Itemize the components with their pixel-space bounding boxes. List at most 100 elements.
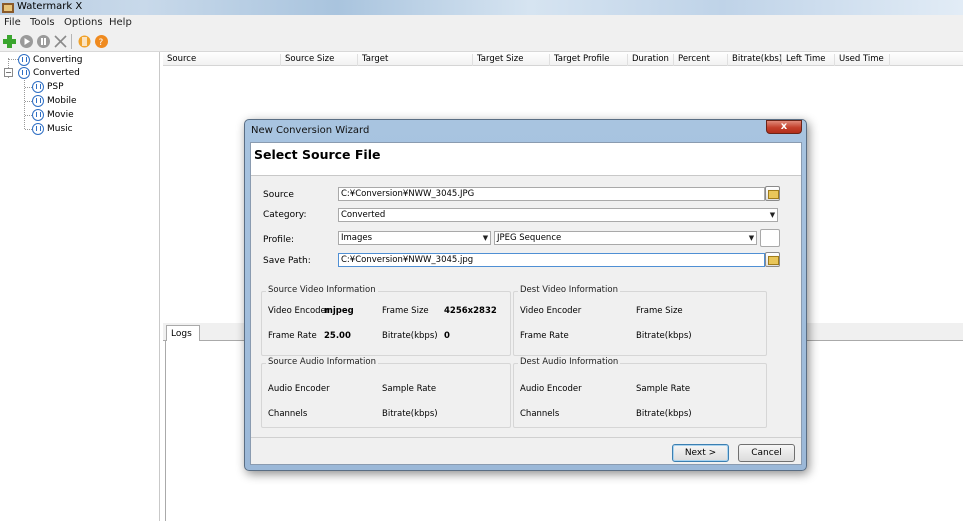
plus-icon[interactable] [2,34,17,49]
tree-collapse-toggle[interactable]: − [4,68,13,77]
chevron-down-icon[interactable]: ▼ [767,209,778,221]
psp-icon [32,80,44,93]
pause-icon[interactable] [36,34,51,49]
tree-node-label: Mobile [47,95,77,106]
dialog-footer-divider [251,437,801,438]
frame-rate-label: Frame Rate [520,331,569,341]
group-title: Source Video Information [266,285,378,295]
tree-node-music[interactable]: Music [32,122,73,135]
col-used-time[interactable]: Used Time [834,54,884,66]
close-button[interactable]: x [766,120,802,134]
tree-connector [9,59,18,60]
col-target-profile[interactable]: Target Profile [549,54,609,66]
dialog-heading: Select Source File [254,147,381,162]
dialog-title: New Conversion Wizard [251,125,370,136]
chevron-down-icon[interactable]: ▼ [480,232,491,244]
app-icon [2,3,14,13]
tree-connector [25,129,32,130]
col-percent[interactable]: Percent [673,54,710,66]
group-title: Dest Video Information [518,285,620,295]
menu-options[interactable]: Options [64,17,103,28]
frame-size-value: 4256x2832 [444,306,497,316]
close-icon: x [780,121,788,132]
tree-node-converting[interactable]: Converting [18,53,83,66]
next-button[interactable]: Next > [672,444,729,462]
x-icon[interactable] [53,34,68,49]
dest-audio-group: Dest Audio Information Audio Encoder Sam… [513,357,767,428]
col-bitrate[interactable]: Bitrate(kbs) [727,54,782,66]
group-title: Dest Audio Information [518,357,621,367]
profile-sub-select[interactable]: JPEG Sequence [494,231,757,245]
conversion-wizard-dialog: New Conversion Wizard x Select Source Fi… [244,119,807,471]
col-source[interactable]: Source [163,54,196,66]
col-target[interactable]: Target [357,54,388,66]
music-icon [32,122,44,135]
play-icon[interactable] [19,34,34,49]
tree-node-label: Converted [33,67,80,78]
tree-node-label: Music [47,123,73,134]
toolbar: ? [0,31,963,52]
profile-settings-button[interactable] [760,229,780,247]
tree-node-label: Converting [33,54,83,65]
bitrate-label: Bitrate(kbps) [382,409,438,419]
source-browse-button[interactable] [765,186,780,201]
frame-rate-value: 25.00 [324,331,351,341]
source-input[interactable]: C:¥Conversion¥NWW_3045.JPG [338,187,765,201]
app-title: Watermark X [17,1,83,12]
sample-rate-label: Sample Rate [636,384,691,394]
tree-connector [25,87,32,88]
chevron-down-icon[interactable]: ▼ [746,232,757,244]
category-select[interactable]: Converted [338,208,778,222]
tree-node-label: Movie [47,109,74,120]
col-left-time[interactable]: Left Time [781,54,826,66]
audio-encoder-label: Audio Encoder [520,384,582,394]
save-path-label: Save Path: [263,256,311,266]
tree-node-mobile[interactable]: Mobile [32,94,77,107]
tree-node-converted[interactable]: Converted [18,66,80,79]
movie-icon [32,108,44,121]
dialog-header: Select Source File [251,143,801,176]
category-label: Category: [263,210,307,220]
bitrate-value: 0 [444,331,450,341]
source-label: Source [263,190,294,200]
video-encoder-label: Video Encoder [268,306,330,316]
col-source-size[interactable]: Source Size [280,54,334,66]
question-icon[interactable]: ? [94,34,109,49]
save-path-input[interactable]: C:¥Conversion¥NWW_3045.jpg [338,253,765,267]
bitrate-label: Bitrate(kbps) [636,409,692,419]
profile-label: Profile: [263,235,295,245]
dialog-content: Select Source File Source C:¥Conversion¥… [250,142,802,465]
tree-connector [25,115,32,116]
source-video-group: Source Video Information Video Encoder m… [261,285,511,356]
save-path-browse-button[interactable] [765,252,780,267]
audio-encoder-label: Audio Encoder [268,384,330,394]
tree-connector [25,101,32,102]
tools-icon[interactable] [77,34,92,49]
col-empty [889,54,963,66]
bitrate-label: Bitrate(kbps) [636,331,692,341]
tree-node-psp[interactable]: PSP [32,80,64,93]
channels-label: Channels [520,409,560,419]
frame-rate-label: Frame Rate [268,331,317,341]
bitrate-label: Bitrate(kbps) [382,331,438,341]
channels-label: Channels [268,409,308,419]
tab-logs[interactable]: Logs [166,325,200,342]
col-target-size[interactable]: Target Size [472,54,523,66]
video-encoder-label: Video Encoder [520,306,582,316]
dest-video-group: Dest Video Information Video Encoder Fra… [513,285,767,356]
frame-size-label: Frame Size [382,306,429,316]
cancel-button[interactable]: Cancel [738,444,795,462]
frame-size-label: Frame Size [636,306,683,316]
toolbar-separator [71,34,72,49]
menu-help[interactable]: Help [109,17,132,28]
category-tree: Converting − Converted PSP Mobile Movie … [0,52,160,521]
main-titlebar: Watermark X [0,0,963,15]
mobile-icon [32,94,44,107]
menu-bar: File Tools Options Help [0,15,963,31]
menu-tools[interactable]: Tools [30,17,55,28]
group-title: Source Audio Information [266,357,378,367]
profile-select[interactable]: Images [338,231,491,245]
menu-file[interactable]: File [4,17,21,28]
col-duration[interactable]: Duration [627,54,669,66]
tree-node-movie[interactable]: Movie [32,108,74,121]
